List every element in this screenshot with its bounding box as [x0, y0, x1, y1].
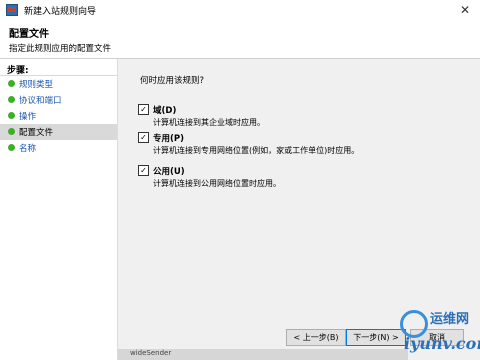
next-button[interactable]: 下一步(N) >: [346, 329, 406, 346]
steps-sidebar: 步骤: 规则类型 协议和端口 操作 配置文件 名称: [0, 59, 118, 360]
title-bar: 新建入站规则向导 ✕: [0, 0, 480, 21]
page-title: 配置文件: [9, 29, 49, 40]
domain-label: 域(D): [153, 106, 177, 116]
step-status-icon: [8, 112, 15, 119]
step-status-icon: [8, 128, 15, 135]
step-label: 配置文件: [19, 128, 54, 138]
step-status-icon: [8, 144, 15, 151]
step-protocol-ports[interactable]: 协议和端口: [0, 92, 117, 108]
wizard-header: 配置文件 指定此规则应用的配置文件: [0, 20, 480, 59]
domain-checkbox[interactable]: ✓: [138, 104, 149, 115]
private-label: 专用(P): [153, 134, 184, 144]
public-label: 公用(U): [153, 167, 185, 177]
step-profile[interactable]: 配置文件: [0, 124, 117, 140]
step-label: 操作: [19, 112, 37, 122]
public-checkbox[interactable]: ✓: [138, 165, 149, 176]
step-label: 协议和端口: [19, 96, 62, 106]
watermark-logo: 运维网 iyunv.com: [400, 310, 480, 360]
window-title: 新建入站规则向导: [24, 7, 97, 17]
step-rule-type[interactable]: 规则类型: [0, 76, 117, 92]
step-status-icon: [8, 96, 15, 103]
watermark-text: 运维网: [430, 312, 470, 327]
background-window-strip: wideSender: [118, 349, 408, 360]
watermark-url: iyunv.com: [404, 334, 480, 353]
step-action[interactable]: 操作: [0, 108, 117, 124]
public-description: 计算机连接到公用网络位置时应用。: [153, 179, 281, 188]
background-window-text: wideSender: [130, 349, 172, 357]
firewall-wizard-icon: [6, 4, 18, 16]
step-label: 名称: [19, 144, 37, 154]
question-label: 何时应用该规则?: [140, 76, 205, 86]
step-label: 规则类型: [19, 80, 54, 90]
domain-description: 计算机连接到其企业域时应用。: [153, 118, 265, 127]
step-name[interactable]: 名称: [0, 140, 117, 156]
step-status-icon: [8, 80, 15, 87]
private-description: 计算机连接到专用网络位置(例如，家或工作单位)时应用。: [153, 146, 360, 155]
back-button[interactable]: < 上一步(B): [286, 329, 346, 346]
page-subtitle: 指定此规则应用的配置文件: [9, 44, 112, 54]
private-checkbox[interactable]: ✓: [138, 132, 149, 143]
close-button[interactable]: ✕: [450, 0, 480, 20]
